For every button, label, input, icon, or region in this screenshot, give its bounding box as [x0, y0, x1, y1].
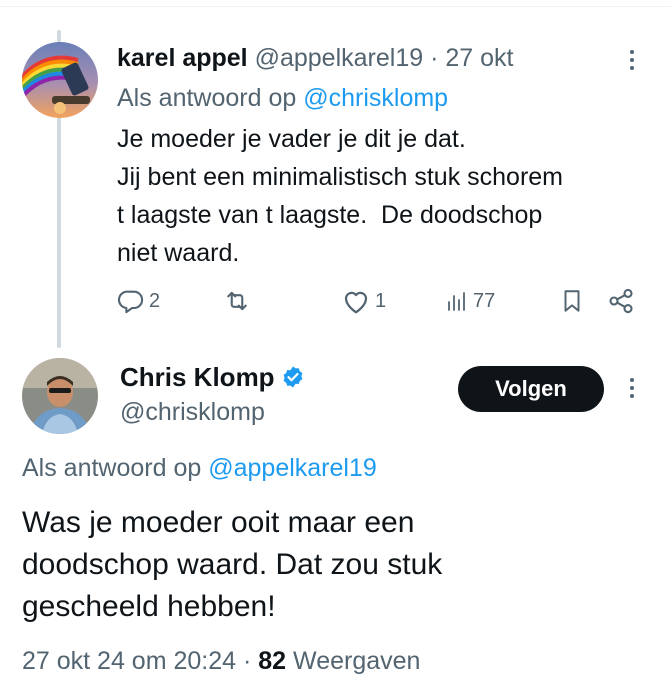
tweet-text-line: gescheeld hebben! — [22, 590, 276, 623]
like-count: 1 — [375, 289, 387, 312]
like-button[interactable]: 1 — [341, 284, 386, 318]
reply-button[interactable]: 2 — [117, 284, 160, 318]
reply-tweet-actions: 2 1 77 — [117, 284, 639, 318]
share-icon — [609, 288, 633, 314]
reply-count: 2 — [149, 289, 161, 312]
verified-badge-icon — [283, 366, 302, 388]
more-icon[interactable] — [630, 378, 634, 398]
reply-tweet-text: Je moeder je vader je dit je dat. Jij be… — [117, 120, 657, 272]
reply-author-handle[interactable]: @appelkarel19 — [255, 44, 424, 72]
reply-tweet-header: karel appel @appelkarel19 · 27 okt — [117, 42, 513, 74]
main-tweet-text: Was je moeder ooit maar een doodschop wa… — [22, 502, 642, 628]
reply-to-mention-link[interactable]: @chrisklomp — [303, 84, 448, 112]
tweet-text-line: doodschop waard. Dat zou stuk — [22, 548, 443, 581]
reply-to-mention-link[interactable]: @appelkarel19 — [208, 454, 377, 482]
like-icon — [344, 291, 368, 314]
reply-author-name[interactable]: karel appel — [117, 44, 248, 72]
main-author-name-row[interactable]: Chris Klomp — [120, 360, 305, 394]
avatar-chris-klomp[interactable] — [22, 358, 98, 434]
follow-button[interactable]: Volgen — [458, 366, 604, 412]
main-reply-context: Als antwoord op @appelkarel19 — [22, 452, 377, 484]
bookmark-button[interactable] — [559, 284, 585, 318]
views-icon — [448, 292, 465, 311]
main-author-name[interactable]: Chris Klomp — [120, 360, 275, 394]
views-label: Weergaven — [293, 647, 421, 675]
reply-tweet-date[interactable]: 27 okt — [445, 44, 513, 72]
views-count: 77 — [473, 289, 496, 312]
views-count: 82 — [258, 647, 287, 675]
repost-icon — [227, 291, 247, 311]
bookmark-icon — [564, 290, 580, 312]
share-button[interactable] — [607, 284, 635, 318]
reply-context: Als antwoord op @chrisklomp — [117, 82, 448, 114]
meta-separator: · — [243, 647, 252, 675]
avatar-karel-appel[interactable] — [22, 42, 98, 118]
main-author-handle[interactable]: @chrisklomp — [120, 396, 265, 428]
top-divider — [0, 6, 671, 7]
tweet-text-line: niet waard. — [117, 239, 240, 267]
reply-prefix: Als antwoord op — [22, 454, 202, 482]
main-tweet-timestamp[interactable]: 27 okt 24 om 20:24 — [22, 647, 236, 675]
more-icon[interactable] — [630, 50, 634, 70]
repost-button[interactable] — [223, 284, 255, 318]
views-button[interactable]: 77 — [445, 284, 495, 318]
reply-prefix: Als antwoord op — [117, 84, 297, 112]
tweet-text-line: Je moeder je vader je dit je dat. — [117, 125, 466, 153]
tweet-text-line: Jij bent een minimalistisch stuk schorem — [117, 163, 563, 191]
tweet-text-line: Was je moeder ooit maar een — [22, 506, 415, 539]
tweet-text-line: t laagste van t laagste. De doodschop — [117, 201, 543, 229]
main-tweet-meta: 27 okt 24 om 20:24 · 82 Weergaven — [22, 645, 420, 677]
header-separator: · — [430, 44, 439, 72]
reply-icon — [117, 290, 144, 314]
